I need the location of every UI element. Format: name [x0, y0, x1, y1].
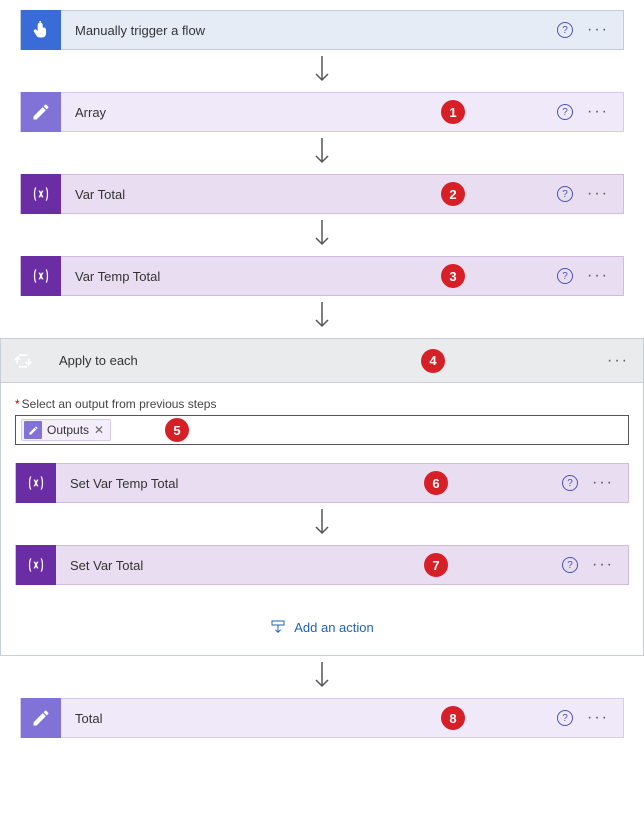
- card-actions: ? ···: [562, 557, 628, 573]
- more-icon[interactable]: ···: [607, 353, 629, 369]
- more-icon[interactable]: ···: [587, 710, 609, 726]
- arrow-down-icon: [20, 656, 624, 698]
- trigger-title: Manually trigger a flow: [61, 23, 557, 38]
- var-temp-total-card[interactable]: Var Temp Total 3 ? ···: [20, 256, 624, 296]
- help-icon[interactable]: ?: [562, 475, 578, 491]
- arrow-down-icon: [20, 132, 624, 174]
- var-temp-total-title: Var Temp Total: [61, 269, 557, 284]
- variable-icon: [21, 256, 61, 296]
- var-total-title: Var Total: [61, 187, 557, 202]
- apply-to-each-title: Apply to each: [45, 353, 607, 368]
- compose-token-icon: [24, 421, 42, 439]
- total-card[interactable]: Total 8 ? ···: [20, 698, 624, 738]
- callout-badge-3: 3: [441, 264, 465, 288]
- remove-token-icon[interactable]: ✕: [94, 423, 104, 437]
- apply-to-each-container: Apply to each 4 ··· *Select an output fr…: [0, 338, 644, 656]
- help-icon[interactable]: ?: [557, 186, 573, 202]
- apply-to-each-header[interactable]: Apply to each 4 ···: [1, 339, 643, 383]
- array-title: Array: [61, 105, 557, 120]
- help-icon[interactable]: ?: [557, 268, 573, 284]
- more-icon[interactable]: ···: [587, 186, 609, 202]
- callout-badge-1: 1: [441, 100, 465, 124]
- more-icon[interactable]: ···: [592, 475, 614, 491]
- set-var-temp-total-title: Set Var Temp Total: [56, 476, 562, 491]
- variable-icon: [21, 174, 61, 214]
- touch-icon: [21, 10, 61, 50]
- help-icon[interactable]: ?: [562, 557, 578, 573]
- more-icon[interactable]: ···: [587, 104, 609, 120]
- arrow-down-icon: [15, 503, 629, 545]
- more-icon[interactable]: ···: [587, 22, 609, 38]
- callout-badge-7: 7: [424, 553, 448, 577]
- card-actions: ? ···: [557, 186, 623, 202]
- set-var-total-title: Set Var Total: [56, 558, 562, 573]
- arrow-down-icon: [20, 50, 624, 92]
- compose-icon: [21, 698, 61, 738]
- arrow-down-icon: [20, 214, 624, 256]
- callout-badge-4: 4: [421, 349, 445, 373]
- card-actions: ? ···: [557, 710, 623, 726]
- callout-badge-5: 5: [165, 418, 189, 442]
- card-actions: ? ···: [557, 22, 623, 38]
- array-card[interactable]: Array 1 ? ···: [20, 92, 624, 132]
- help-icon[interactable]: ?: [557, 710, 573, 726]
- card-actions: ···: [607, 353, 643, 369]
- total-title: Total: [61, 711, 557, 726]
- card-actions: ? ···: [562, 475, 628, 491]
- help-icon[interactable]: ?: [557, 104, 573, 120]
- variable-icon: [16, 463, 56, 503]
- help-icon[interactable]: ?: [557, 22, 573, 38]
- set-var-total-card[interactable]: Set Var Total 7 ? ···: [15, 545, 629, 585]
- arrow-down-icon: [20, 296, 624, 338]
- loop-icon: [1, 339, 45, 383]
- add-action-label: Add an action: [294, 620, 374, 635]
- var-total-card[interactable]: Var Total 2 ? ···: [20, 174, 624, 214]
- set-var-temp-total-card[interactable]: Set Var Temp Total 6 ? ···: [15, 463, 629, 503]
- output-field-input[interactable]: Outputs ✕: [15, 415, 629, 445]
- callout-badge-8: 8: [441, 706, 465, 730]
- loop-body: *Select an output from previous steps Ou…: [1, 383, 643, 655]
- card-actions: ? ···: [557, 104, 623, 120]
- card-actions: ? ···: [557, 268, 623, 284]
- outputs-token[interactable]: Outputs ✕: [21, 419, 111, 441]
- trigger-card[interactable]: Manually trigger a flow ? ···: [20, 10, 624, 50]
- output-field-label: *Select an output from previous steps: [15, 397, 629, 411]
- more-icon[interactable]: ···: [587, 268, 609, 284]
- callout-badge-2: 2: [441, 182, 465, 206]
- more-icon[interactable]: ···: [592, 557, 614, 573]
- token-label: Outputs: [47, 423, 89, 437]
- add-action-icon: [270, 619, 286, 635]
- add-action-button[interactable]: Add an action: [15, 585, 629, 635]
- variable-icon: [16, 545, 56, 585]
- compose-icon: [21, 92, 61, 132]
- callout-badge-6: 6: [424, 471, 448, 495]
